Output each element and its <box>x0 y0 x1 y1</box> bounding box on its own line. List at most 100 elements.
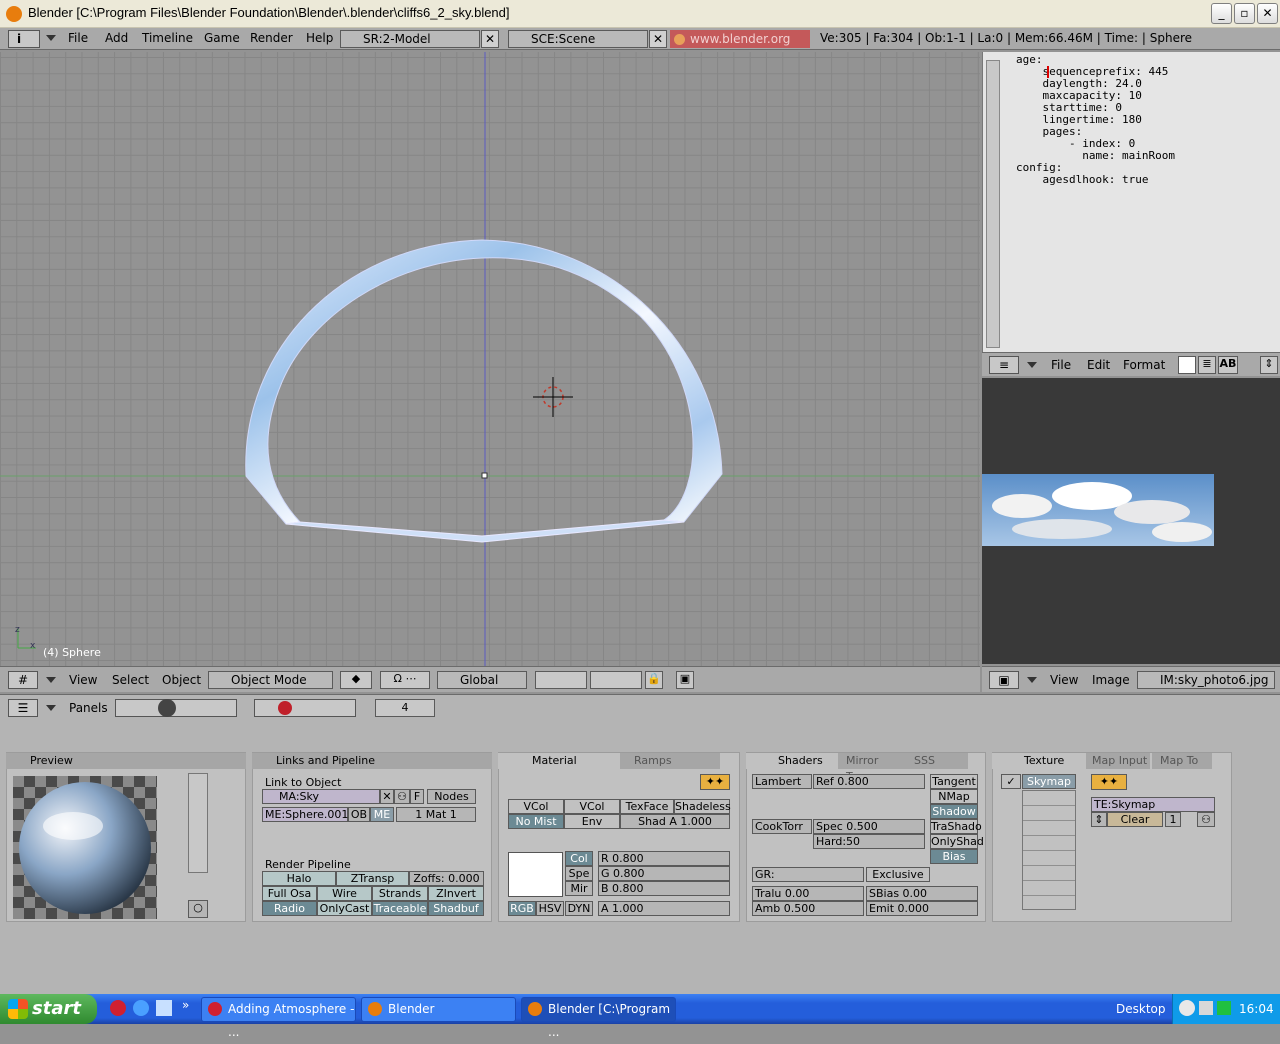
rgb-button[interactable]: RGB <box>508 901 536 916</box>
screen-delete-icon[interactable]: ✕ <box>481 30 499 48</box>
tangent-toggle[interactable]: Tangent <box>930 774 978 789</box>
info-window-type-icon[interactable]: i <box>8 30 40 48</box>
wire-toggle[interactable]: Wire <box>317 886 372 901</box>
menu-image[interactable]: Image <box>1092 673 1130 687</box>
texture-name-field[interactable]: TE:Skymap <box>1091 797 1215 812</box>
meter-icon[interactable] <box>1217 1001 1231 1015</box>
layer-buttons-1[interactable] <box>535 671 587 689</box>
preview-type-buttons[interactable] <box>188 773 208 873</box>
collapse-menu-icon[interactable] <box>1027 362 1037 368</box>
me-button[interactable]: ME <box>370 807 394 822</box>
material-context-icon[interactable] <box>278 701 292 715</box>
zoffs-field[interactable]: Zoffs: 0.000 <box>409 871 484 886</box>
menu-help[interactable]: Help <box>306 31 333 45</box>
fake-user-icon[interactable]: ⚇ <box>394 789 410 804</box>
scroll-arrows-icon[interactable]: ⇕ <box>1260 356 1278 374</box>
f-button[interactable]: F <box>410 789 424 804</box>
text-scrollbar[interactable] <box>986 60 1000 348</box>
preview-panel-title[interactable]: Preview <box>6 753 246 769</box>
halo-toggle[interactable]: Halo <box>262 871 336 886</box>
ztransp-toggle[interactable]: ZTransp <box>336 871 409 886</box>
trashado-toggle[interactable]: TraShado <box>930 819 982 834</box>
no-mist-toggle[interactable]: No Mist <box>508 814 564 829</box>
tab-mirror-trans[interactable]: Mirror Trans <box>838 753 910 783</box>
clock[interactable]: 16:04 <box>1239 1002 1274 1016</box>
fullscreen-icon[interactable] <box>1178 356 1196 374</box>
subcontext-buttons-group[interactable] <box>254 699 356 717</box>
specular-shader-selector[interactable]: CookTorr <box>752 819 812 834</box>
image-window-type-icon[interactable]: ▣ <box>989 671 1019 689</box>
context-buttons-group[interactable] <box>115 699 237 717</box>
draw-type-icon[interactable]: ◆ <box>340 671 372 689</box>
strands-toggle[interactable]: Strands <box>372 886 428 901</box>
menu-panels[interactable]: Panels <box>69 701 108 715</box>
menu-add[interactable]: Add <box>105 31 128 45</box>
object-origin-icon[interactable] <box>481 472 488 479</box>
texture-browse-icon[interactable]: ⇕ <box>1091 812 1107 827</box>
mir-button[interactable]: Mir <box>565 881 593 896</box>
texture-slots-empty[interactable] <box>1022 790 1076 910</box>
3d-viewport[interactable]: zx (4) Sphere <box>0 52 980 666</box>
menu-edit[interactable]: Edit <box>1087 358 1110 372</box>
tab-texture[interactable]: Texture <box>992 753 1082 769</box>
copy-paste-icon[interactable]: ✦✦ <box>700 774 730 790</box>
exclusive-toggle[interactable]: Exclusive <box>866 867 930 882</box>
menu-timeline[interactable]: Timeline <box>142 31 193 45</box>
color-swatches[interactable] <box>508 852 563 897</box>
collapse-menu-icon[interactable] <box>46 35 56 41</box>
text-window-type-icon[interactable]: ≡ <box>989 356 1019 374</box>
tralu-slider[interactable]: Tralu 0.00 <box>752 886 864 901</box>
hsv-button[interactable]: HSV <box>536 901 564 916</box>
blender-url-link[interactable]: www.blender.org 245 <box>670 30 810 64</box>
tab-map-input[interactable]: Map Input <box>1086 753 1150 769</box>
b-slider[interactable]: B 0.800 <box>598 881 730 896</box>
image-editor[interactable] <box>982 378 1280 664</box>
image-selector[interactable]: IM:sky_photo6.jpg <box>1137 671 1275 689</box>
menu-view[interactable]: View <box>69 673 97 687</box>
clear-texture-button[interactable]: Clear <box>1107 812 1163 827</box>
quicklaunch-expand-icon[interactable]: » <box>182 998 189 1012</box>
tab-ramps[interactable]: Ramps <box>620 753 720 769</box>
menu-game[interactable]: Game <box>204 31 240 45</box>
mode-selector[interactable]: Object Mode <box>208 671 333 689</box>
tab-shaders[interactable]: Shaders <box>746 753 836 769</box>
scene-selector[interactable]: SCE:Scene <box>508 30 648 48</box>
network-icon[interactable] <box>1199 1001 1213 1015</box>
menu-view[interactable]: View <box>1050 673 1078 687</box>
onlycast-toggle[interactable]: OnlyCast <box>317 901 372 916</box>
menu-select[interactable]: Select <box>112 673 149 687</box>
r-slider[interactable]: R 0.800 <box>598 851 730 866</box>
menu-format[interactable]: Format <box>1123 358 1165 372</box>
radio-toggle[interactable]: Radio <box>262 901 317 916</box>
line-numbers-icon[interactable]: ≣ <box>1198 356 1216 374</box>
texture-enable-checkbox[interactable]: ✓ <box>1001 774 1021 789</box>
tab-sss[interactable]: SSS <box>910 753 968 769</box>
bias-toggle[interactable]: Bias <box>930 849 978 864</box>
pivot-icon[interactable]: Ω ⋯ <box>380 671 430 689</box>
screen-selector[interactable]: SR:2-Model <box>340 30 480 48</box>
scene-delete-icon[interactable]: ✕ <box>649 30 667 48</box>
shadeless-toggle[interactable]: Shadeless <box>674 799 731 814</box>
spec-slider[interactable]: Spec 0.500 <box>813 819 925 834</box>
minimize-button[interactable]: _ <box>1211 3 1232 24</box>
task-blender[interactable]: Blender <box>361 997 516 1022</box>
preview-refresh-icon[interactable]: ○ <box>188 900 208 918</box>
shadow-toggle[interactable]: Shadow <box>930 804 978 819</box>
material-name-field[interactable]: MA:Sky <box>262 789 380 804</box>
shad-a-field[interactable]: Shad A 1.000 <box>620 814 730 829</box>
group-field[interactable]: GR: <box>752 867 864 882</box>
task-blender-program[interactable]: Blender [C:\Program ... <box>521 997 676 1039</box>
g-slider[interactable]: G 0.800 <box>598 866 730 881</box>
traceable-toggle[interactable]: Traceable <box>372 901 428 916</box>
dyn-button[interactable]: DYN <box>565 901 593 916</box>
nodes-button[interactable]: Nodes <box>427 789 476 804</box>
sbias-slider[interactable]: SBias 0.00 <box>866 886 978 901</box>
env-toggle[interactable]: Env <box>564 814 620 829</box>
shadbuf-toggle[interactable]: Shadbuf <box>428 901 484 916</box>
texture-fake-user-icon[interactable]: ⚇ <box>1197 812 1215 827</box>
sky-dome-mesh[interactable] <box>245 239 723 525</box>
collapse-menu-icon[interactable] <box>46 705 56 711</box>
desktop-icon[interactable] <box>156 1000 172 1016</box>
ie-icon[interactable] <box>133 1000 149 1016</box>
links-panel-title[interactable]: Links and Pipeline <box>252 753 492 769</box>
